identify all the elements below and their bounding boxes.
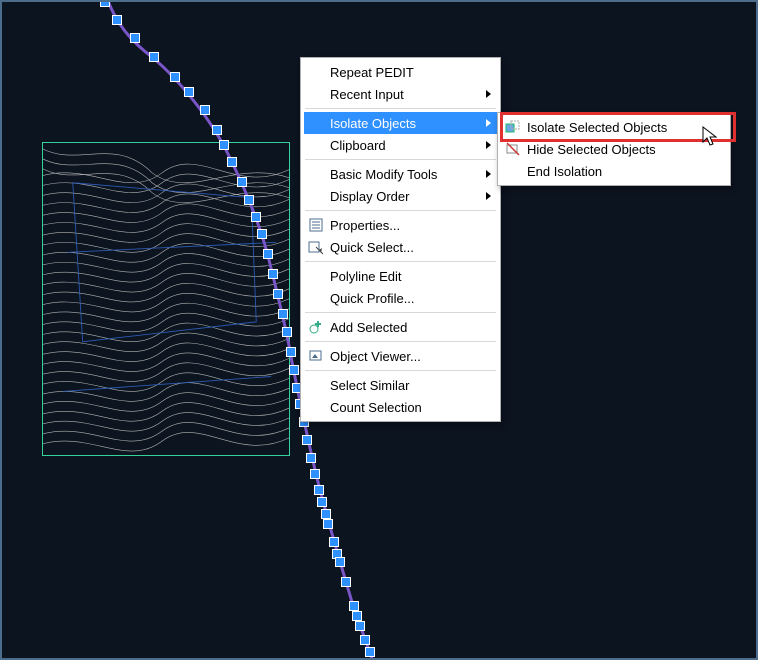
- contour-frame: [42, 142, 290, 456]
- menu-item-label: Basic Modify Tools: [330, 167, 437, 182]
- submenu-arrow-icon: [486, 170, 491, 178]
- properties-icon: [308, 217, 324, 233]
- menu-separator: [305, 312, 496, 313]
- menu-item-isolate-objects[interactable]: Isolate Objects: [304, 112, 497, 134]
- grip[interactable]: [310, 469, 320, 479]
- menu-item-basic-modify[interactable]: Basic Modify Tools: [304, 163, 497, 185]
- grip[interactable]: [321, 509, 331, 519]
- grip[interactable]: [273, 289, 283, 299]
- menu-separator: [305, 261, 496, 262]
- menu-item-label: Quick Select...: [330, 240, 414, 255]
- grip[interactable]: [365, 647, 375, 657]
- menu-item-label: Quick Profile...: [330, 291, 415, 306]
- menu-item-label: Isolate Selected Objects: [527, 120, 667, 135]
- menu-item-add-selected[interactable]: Add Selected: [304, 316, 497, 338]
- grip[interactable]: [278, 309, 288, 319]
- hide-icon: [505, 141, 521, 157]
- grip[interactable]: [349, 601, 359, 611]
- menu-item-label: Polyline Edit: [330, 269, 402, 284]
- menu-item-polyline-edit[interactable]: Polyline Edit: [304, 265, 497, 287]
- menu-separator: [305, 159, 496, 160]
- grip[interactable]: [352, 611, 362, 621]
- grip[interactable]: [257, 229, 267, 239]
- menu-item-object-viewer[interactable]: Object Viewer...: [304, 345, 497, 367]
- menu-separator: [305, 370, 496, 371]
- grip[interactable]: [149, 52, 159, 62]
- menu-separator: [305, 341, 496, 342]
- menu-separator: [305, 108, 496, 109]
- grip[interactable]: [251, 212, 261, 222]
- menu-item-end-isolation[interactable]: End Isolation: [501, 160, 727, 182]
- menu-item-label: Isolate Objects: [330, 116, 416, 131]
- menu-item-label: Hide Selected Objects: [527, 142, 656, 157]
- menu-separator: [305, 210, 496, 211]
- grip[interactable]: [130, 33, 140, 43]
- submenu-arrow-icon: [486, 192, 491, 200]
- grip[interactable]: [184, 87, 194, 97]
- menu-item-properties[interactable]: Properties...: [304, 214, 497, 236]
- submenu-isolate-objects[interactable]: Isolate Selected Objects Hide Selected O…: [497, 112, 731, 186]
- menu-item-label: Clipboard: [330, 138, 386, 153]
- grip[interactable]: [286, 347, 296, 357]
- menu-item-label: Select Similar: [330, 378, 409, 393]
- grip[interactable]: [237, 177, 247, 187]
- grip[interactable]: [355, 621, 365, 631]
- grip[interactable]: [289, 365, 299, 375]
- add-selected-icon: [308, 319, 324, 335]
- grip[interactable]: [227, 157, 237, 167]
- submenu-arrow-icon: [486, 119, 491, 127]
- submenu-arrow-icon: [486, 90, 491, 98]
- menu-item-isolate-selected[interactable]: Isolate Selected Objects: [501, 116, 727, 138]
- grip[interactable]: [268, 269, 278, 279]
- menu-item-label: End Isolation: [527, 164, 602, 179]
- grip[interactable]: [244, 195, 254, 205]
- grip[interactable]: [329, 537, 339, 547]
- grip[interactable]: [323, 519, 333, 529]
- menu-item-quick-profile[interactable]: Quick Profile...: [304, 287, 497, 309]
- grip[interactable]: [100, 0, 110, 7]
- grip[interactable]: [263, 249, 273, 259]
- menu-item-count-selection[interactable]: Count Selection: [304, 396, 497, 418]
- grip[interactable]: [314, 485, 324, 495]
- object-viewer-icon: [308, 348, 324, 364]
- menu-item-repeat[interactable]: Repeat PEDIT: [304, 61, 497, 83]
- grip[interactable]: [360, 635, 370, 645]
- menu-item-hide-selected[interactable]: Hide Selected Objects: [501, 138, 727, 160]
- menu-item-label: Display Order: [330, 189, 409, 204]
- grip[interactable]: [335, 557, 345, 567]
- quick-select-icon: [308, 239, 324, 255]
- grip[interactable]: [212, 125, 222, 135]
- menu-item-quick-select[interactable]: Quick Select...: [304, 236, 497, 258]
- grip[interactable]: [302, 435, 312, 445]
- menu-item-select-similar[interactable]: Select Similar: [304, 374, 497, 396]
- menu-item-recent-input[interactable]: Recent Input: [304, 83, 497, 105]
- grip[interactable]: [170, 72, 180, 82]
- submenu-arrow-icon: [486, 141, 491, 149]
- grip[interactable]: [200, 105, 210, 115]
- grip[interactable]: [341, 577, 351, 587]
- drawing-viewport[interactable]: Repeat PEDIT Recent Input Isolate Object…: [0, 0, 758, 660]
- menu-item-label: Recent Input: [330, 87, 404, 102]
- grip[interactable]: [317, 497, 327, 507]
- menu-item-display-order[interactable]: Display Order: [304, 185, 497, 207]
- context-menu[interactable]: Repeat PEDIT Recent Input Isolate Object…: [300, 57, 501, 422]
- menu-item-label: Count Selection: [330, 400, 422, 415]
- grip[interactable]: [282, 327, 292, 337]
- menu-item-label: Properties...: [330, 218, 400, 233]
- menu-item-label: Object Viewer...: [330, 349, 421, 364]
- isolate-icon: [505, 119, 521, 135]
- menu-item-clipboard[interactable]: Clipboard: [304, 134, 497, 156]
- menu-item-label: Add Selected: [330, 320, 407, 335]
- menu-item-label: Repeat PEDIT: [330, 65, 414, 80]
- grip[interactable]: [306, 453, 316, 463]
- grip[interactable]: [112, 15, 122, 25]
- grip[interactable]: [219, 140, 229, 150]
